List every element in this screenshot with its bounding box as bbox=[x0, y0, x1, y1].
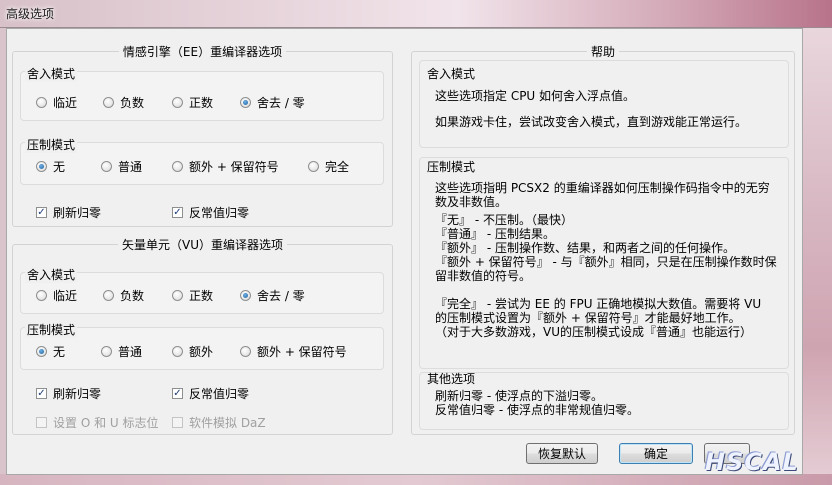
window-title: 高级选项 bbox=[6, 7, 55, 21]
ee-round-nearest-radio[interactable]: 临近 bbox=[36, 94, 77, 111]
radio-on-icon bbox=[240, 97, 251, 108]
radio-off-icon bbox=[172, 97, 183, 108]
checkmark-icon: ✓ bbox=[172, 207, 183, 218]
checkbox-empty-icon bbox=[172, 417, 183, 428]
radio-on-icon bbox=[36, 346, 47, 357]
radio-off-icon bbox=[101, 161, 112, 172]
ee-clamp-full-radio[interactable]: 完全 bbox=[308, 158, 349, 175]
radio-off-icon bbox=[240, 346, 251, 357]
radio-on-icon bbox=[240, 290, 251, 301]
radio-off-icon bbox=[103, 97, 114, 108]
radio-on-icon bbox=[36, 161, 47, 172]
help-title: 帮助 bbox=[590, 45, 615, 59]
checkmark-icon: ✓ bbox=[36, 388, 47, 399]
help-other-line-2: 反常值归零 - 使浮点的非常规值归零。 bbox=[435, 403, 639, 417]
vu-clamp-none-radio[interactable]: 无 bbox=[36, 343, 65, 360]
vu-clamp-mode-label: 压制模式 bbox=[25, 321, 78, 338]
radio-off-icon bbox=[36, 290, 47, 301]
hscal-logo: HSCAL bbox=[705, 448, 799, 476]
vu-round-chop-radio[interactable]: 舍去 / 零 bbox=[240, 287, 305, 304]
help-clamp-line-3: 『额外』 - 压制操作数、结果，和两者之间的任何操作。 bbox=[435, 241, 735, 255]
radio-off-icon bbox=[172, 290, 183, 301]
vu-set-ou-flags-checkbox[interactable]: 设置 O 和 U 标志位 bbox=[36, 414, 159, 431]
ee-clamp-extra-sign-radio[interactable]: 额外 + 保留符号 bbox=[172, 158, 279, 175]
ee-round-chop-radio[interactable]: 舍去 / 零 bbox=[240, 94, 305, 111]
ee-round-positive-radio[interactable]: 正数 bbox=[172, 94, 213, 111]
ee-round-negative-radio[interactable]: 负数 bbox=[103, 94, 144, 111]
vu-round-mode-label: 舍入模式 bbox=[25, 266, 78, 283]
help-clamp-line-1: 『无』 - 不压制。（最快） bbox=[435, 213, 573, 227]
help-clamp-line-4: 『额外 + 保留符号』 - 与『额外』相同，只是在压制操作数时保 bbox=[435, 255, 777, 269]
help-clamp-line-6: 『完全』 - 尝试为 EE 的 FPU 正确地模拟大数值。需要将 VU bbox=[435, 297, 762, 311]
vu-clamp-extra-radio[interactable]: 额外 bbox=[172, 343, 213, 360]
background-artwork bbox=[802, 28, 832, 485]
ee-flush-to-zero-checkbox[interactable]: ✓ 刷新归零 bbox=[36, 204, 101, 221]
vu-software-daz-checkbox[interactable]: 软件模拟 DaZ bbox=[172, 414, 266, 431]
help-other-line-1: 刷新归零 - 使浮点的下溢归零。 bbox=[435, 389, 603, 403]
ee-group-title: 情感引擎（EE）重编译器选项 bbox=[122, 45, 283, 59]
help-round-text-2: 如果游戏卡住，尝试改变舍入模式，直到游戏能正常运行。 bbox=[435, 115, 748, 129]
vu-flush-to-zero-checkbox[interactable]: ✓ 刷新归零 bbox=[36, 385, 101, 402]
help-clamp-intro-1: 这些选项指明 PCSX2 的重编译器如何压制操作码指令中的无穷 bbox=[435, 181, 770, 195]
radio-off-icon bbox=[36, 97, 47, 108]
radio-off-icon bbox=[172, 346, 183, 357]
restore-defaults-button[interactable]: 恢复默认 bbox=[526, 443, 598, 464]
help-round-label: 舍入模式 bbox=[427, 67, 476, 81]
radio-off-icon bbox=[101, 346, 112, 357]
ee-clamp-none-radio[interactable]: 无 bbox=[36, 158, 65, 175]
radio-off-icon bbox=[308, 161, 319, 172]
ee-round-mode-label: 舍入模式 bbox=[25, 65, 78, 82]
help-other-label: 其他选项 bbox=[427, 372, 476, 386]
radio-off-icon bbox=[172, 161, 183, 172]
vu-clamp-normal-radio[interactable]: 普通 bbox=[101, 343, 142, 360]
title-bar[interactable]: 高级选项 bbox=[0, 0, 832, 28]
vu-denormals-to-zero-checkbox[interactable]: ✓ 反常值归零 bbox=[172, 385, 249, 402]
vu-round-positive-radio[interactable]: 正数 bbox=[172, 287, 213, 304]
help-clamp-line-5: 留非数值的符号。 bbox=[435, 269, 532, 283]
vu-group-title: 矢量单元（VU）重编译器选项 bbox=[122, 238, 283, 252]
vu-round-negative-radio[interactable]: 负数 bbox=[103, 287, 144, 304]
checkmark-icon: ✓ bbox=[172, 388, 183, 399]
ee-denormals-to-zero-checkbox[interactable]: ✓ 反常值归零 bbox=[172, 204, 249, 221]
advanced-options-dialog: 情感引擎（EE）重编译器选项 舍入模式 临近 负数 正数 舍去 / 零 压制模式… bbox=[6, 28, 803, 475]
checkmark-icon: ✓ bbox=[36, 207, 47, 218]
help-clamp-line-2: 『普通』 - 压制结果。 bbox=[435, 227, 555, 241]
help-clamp-line-7: 的压制模式设置为『额外 + 保留符号』才能最好地工作。 bbox=[435, 311, 741, 325]
help-round-text-1: 这些选项指定 CPU 如何舍入浮点值。 bbox=[435, 89, 636, 103]
help-clamp-label: 压制模式 bbox=[427, 160, 476, 174]
ee-clamp-mode-label: 压制模式 bbox=[25, 136, 78, 153]
radio-off-icon bbox=[103, 290, 114, 301]
ok-button[interactable]: 确定 bbox=[619, 443, 693, 464]
ee-clamp-normal-radio[interactable]: 普通 bbox=[101, 158, 142, 175]
help-clamp-line-8: （对于大多数游戏，VU的压制模式设成『普通』也能运行） bbox=[435, 325, 752, 339]
vu-round-nearest-radio[interactable]: 临近 bbox=[36, 287, 77, 304]
help-clamp-intro-2: 数及非数值。 bbox=[435, 195, 508, 209]
checkbox-empty-icon bbox=[36, 417, 47, 428]
vu-clamp-extra-sign-radio[interactable]: 额外 + 保留符号 bbox=[240, 343, 347, 360]
